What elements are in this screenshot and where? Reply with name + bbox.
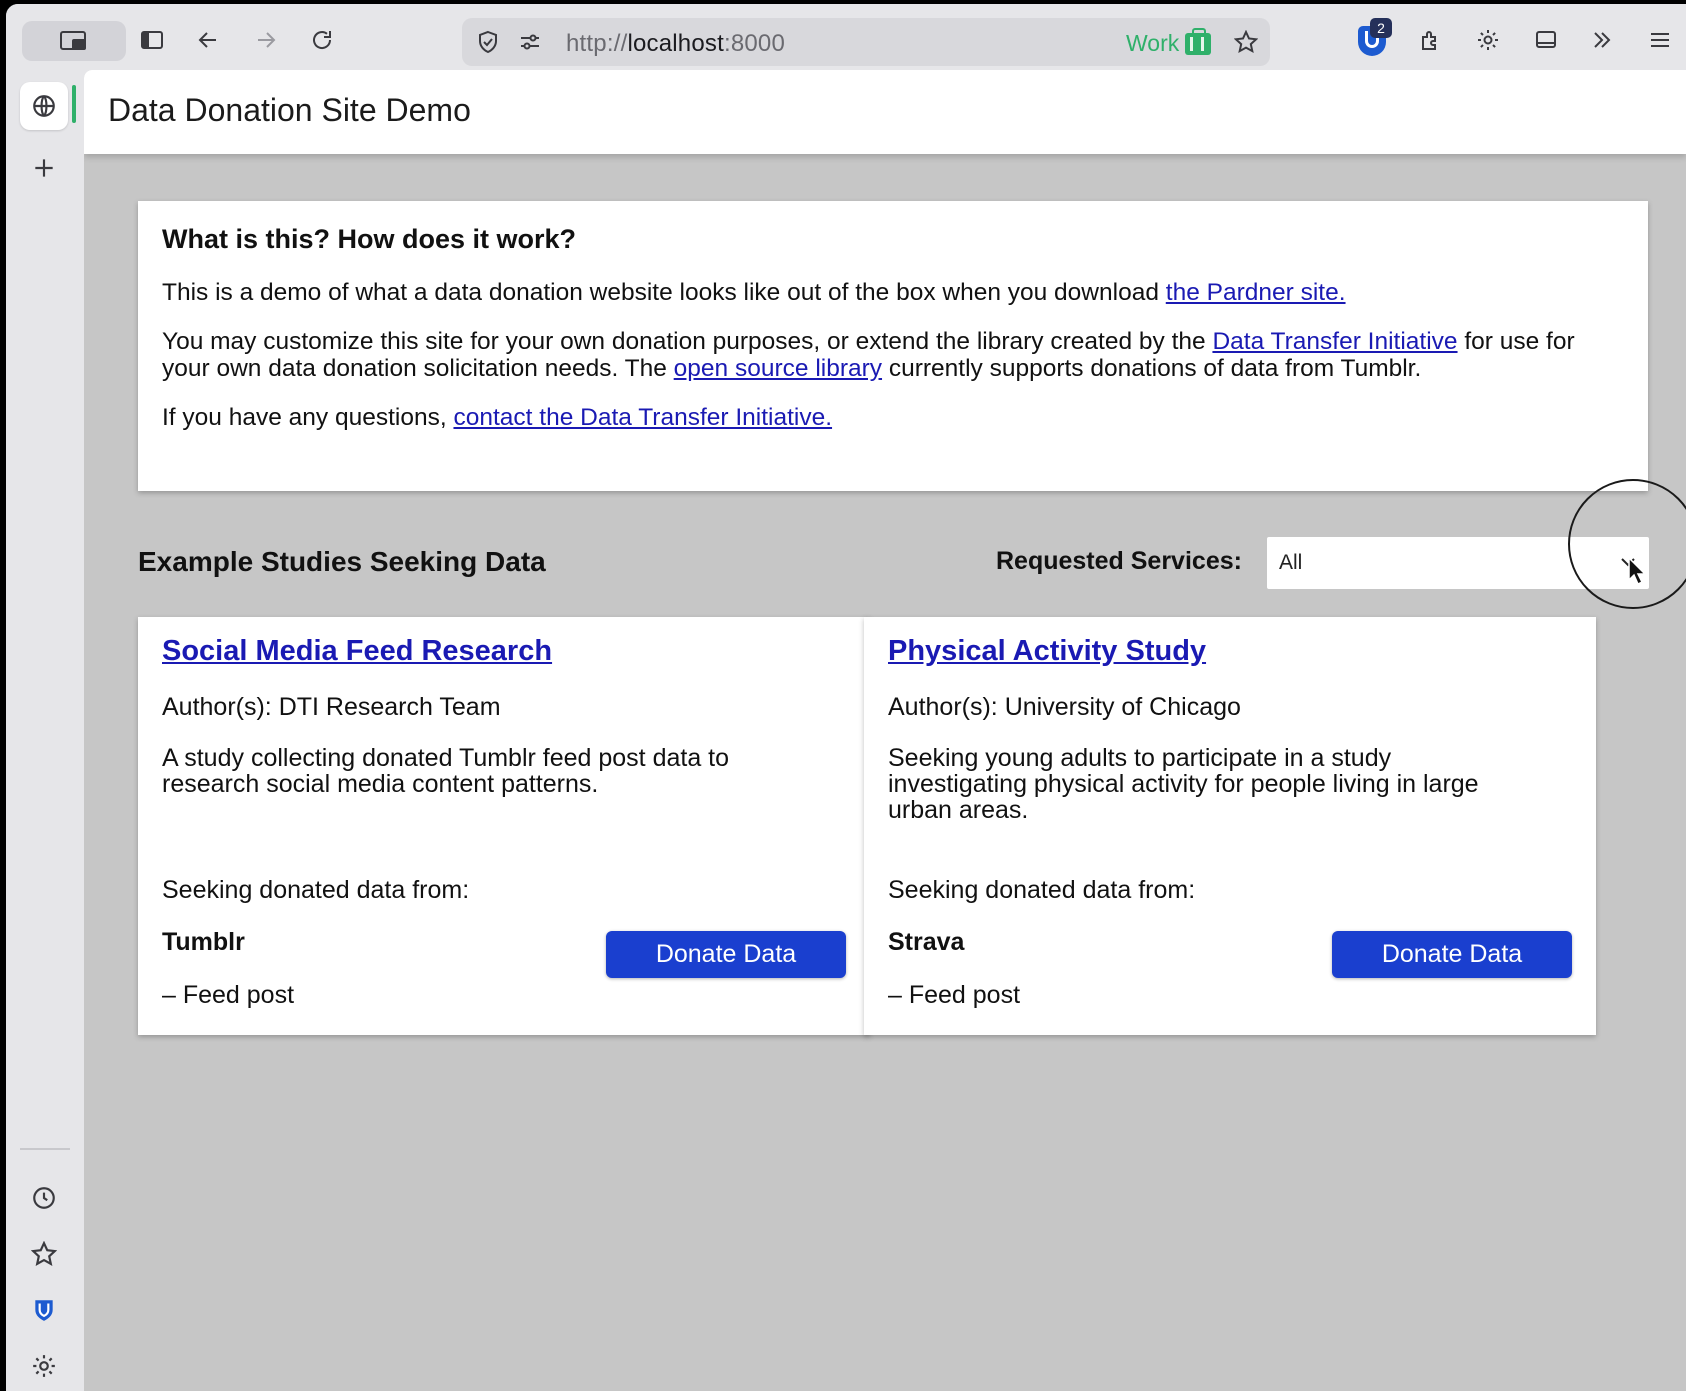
requested-data-type: – Feed post bbox=[162, 981, 295, 1009]
url-scheme: http:// bbox=[566, 30, 628, 57]
pardner-site-link[interactable]: the Pardner site. bbox=[1166, 279, 1346, 306]
page-content: Data Donation Site Demo What is this? Ho… bbox=[84, 70, 1686, 1391]
study-title-link[interactable]: Social Media Feed Research bbox=[162, 635, 552, 668]
overflow-button[interactable] bbox=[1582, 20, 1622, 60]
info-paragraph-3: If you have any questions, contact the D… bbox=[162, 404, 1624, 431]
donate-data-button[interactable]: Donate Data bbox=[606, 931, 846, 978]
url-text[interactable]: http://localhost:8000 bbox=[566, 30, 785, 58]
settings-button[interactable] bbox=[1468, 20, 1508, 60]
study-author: Author(s): DTI Research Team bbox=[162, 693, 501, 721]
url-host: localhost bbox=[627, 30, 724, 57]
seeking-label: Seeking donated data from: bbox=[888, 876, 1196, 904]
study-author: Author(s): University of Chicago bbox=[888, 693, 1241, 721]
sidebar-settings-button[interactable] bbox=[20, 1342, 68, 1390]
info-paragraph-1: This is a demo of what a data donation w… bbox=[162, 279, 1624, 306]
studies-heading: Example Studies Seeking Data bbox=[138, 546, 546, 577]
cursor-highlight-ring bbox=[1568, 479, 1686, 609]
address-bar[interactable]: http://localhost:8000 Work bbox=[462, 18, 1270, 66]
bookmarks-button[interactable] bbox=[20, 1230, 68, 1278]
donate-data-button[interactable]: Donate Data bbox=[1332, 931, 1572, 978]
container-badge[interactable]: Work bbox=[1126, 27, 1212, 57]
requested-data-type: – Feed post bbox=[888, 981, 1021, 1009]
info-heading: What is this? How does it work? bbox=[162, 224, 577, 254]
info-paragraph-2: You may customize this site for your own… bbox=[162, 328, 1624, 382]
extension-badge-count: 2 bbox=[1370, 18, 1392, 38]
requested-service: Strava bbox=[888, 928, 965, 956]
active-tab-indicator bbox=[72, 85, 76, 123]
briefcase-icon bbox=[1185, 27, 1212, 55]
forward-button[interactable] bbox=[246, 20, 286, 60]
bitwarden-icon bbox=[35, 1300, 53, 1321]
browser-toolbar: http://localhost:8000 Work 2 bbox=[6, 4, 1686, 70]
overflow-icon bbox=[1594, 32, 1611, 48]
mouse-cursor-icon bbox=[1628, 557, 1646, 585]
sidebar-divider bbox=[20, 1148, 70, 1150]
tabs-button[interactable] bbox=[22, 21, 126, 61]
study-title-link[interactable]: Physical Activity Study bbox=[888, 635, 1206, 668]
bitwarden-sidebar-button[interactable] bbox=[20, 1286, 68, 1334]
gear-icon bbox=[1478, 30, 1498, 50]
seeking-label: Seeking donated data from: bbox=[162, 876, 470, 904]
sidebar-toggle-icon bbox=[141, 31, 163, 49]
bookmarks-icon bbox=[31, 1241, 57, 1266]
tabs-icon bbox=[60, 31, 86, 50]
info-p1-text: This is a demo of what a data donation w… bbox=[162, 279, 1166, 306]
settings-icon bbox=[33, 1355, 55, 1377]
sidebar-toggle-button[interactable] bbox=[132, 20, 172, 60]
new-tab-button[interactable] bbox=[20, 144, 68, 192]
study-description: A study collecting donated Tumblr feed p… bbox=[162, 744, 730, 798]
site-header: Data Donation Site Demo bbox=[84, 70, 1686, 154]
info-p2-text-c: currently supports donations of data fro… bbox=[882, 355, 1422, 382]
open-source-library-link[interactable]: open source library bbox=[674, 355, 882, 382]
browser-sidebar bbox=[6, 70, 84, 1391]
extensions-button[interactable] bbox=[1410, 20, 1450, 60]
info-p2-text-a: You may customize this site for your own… bbox=[162, 328, 1213, 355]
permissions-icon[interactable] bbox=[518, 30, 542, 54]
screen-icon bbox=[1536, 31, 1556, 48]
back-icon bbox=[198, 32, 216, 48]
study-card: Physical Activity Study Author(s): Unive… bbox=[864, 617, 1596, 1035]
menu-icon bbox=[1651, 33, 1669, 47]
info-p3-text: If you have any questions, bbox=[162, 404, 454, 431]
globe-icon bbox=[33, 95, 55, 117]
menu-button[interactable] bbox=[1640, 20, 1680, 60]
screen-button[interactable] bbox=[1526, 20, 1566, 60]
study-description: Seeking young adults to participate in a… bbox=[888, 744, 1479, 824]
browser-window: http://localhost:8000 Work 2 Data Donati… bbox=[6, 4, 1686, 1391]
history-icon bbox=[33, 1187, 55, 1209]
study-card: Social Media Feed Research Author(s): DT… bbox=[138, 617, 870, 1035]
sidebar-tab-active[interactable] bbox=[20, 82, 68, 130]
back-button[interactable] bbox=[188, 20, 228, 60]
dti-link[interactable]: Data Transfer Initiative bbox=[1212, 328, 1457, 355]
reload-button[interactable] bbox=[302, 20, 342, 60]
info-box: What is this? How does it work? This is … bbox=[138, 201, 1648, 491]
bitwarden-extension-button[interactable]: 2 bbox=[1356, 18, 1392, 56]
bookmark-star-icon[interactable] bbox=[1234, 30, 1258, 54]
history-button[interactable] bbox=[20, 1174, 68, 1222]
reload-icon bbox=[313, 31, 332, 49]
extensions-icon bbox=[1422, 31, 1436, 50]
services-filter-value: All bbox=[1279, 551, 1303, 574]
url-port: :8000 bbox=[723, 30, 786, 57]
services-filter-label: Requested Services: bbox=[996, 547, 1242, 575]
requested-service: Tumblr bbox=[162, 928, 245, 956]
site-title: Data Donation Site Demo bbox=[108, 92, 471, 128]
forward-icon bbox=[258, 32, 276, 48]
shield-icon[interactable] bbox=[476, 30, 500, 54]
contact-dti-link[interactable]: contact the Data Transfer Initiative. bbox=[453, 404, 832, 431]
container-label: Work bbox=[1126, 30, 1180, 56]
plus-icon bbox=[35, 159, 53, 177]
